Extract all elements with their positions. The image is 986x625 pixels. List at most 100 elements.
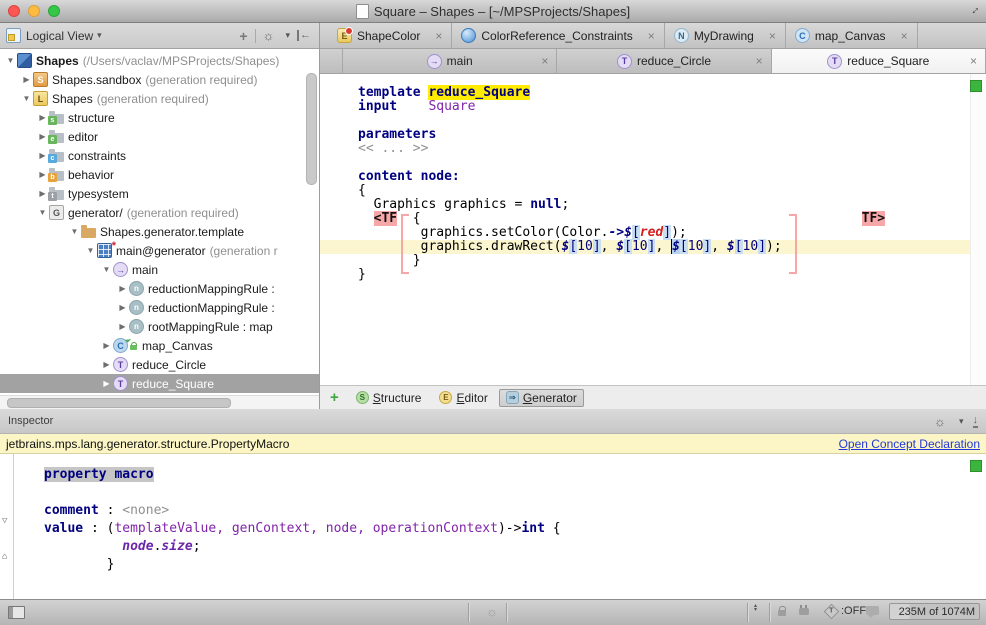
- tree-row[interactable]: ▼Ggenerator/(generation required): [0, 203, 319, 222]
- tree-expand-icon[interactable]: ▶: [100, 341, 113, 350]
- lock-icon[interactable]: [778, 606, 787, 616]
- close-window-icon[interactable]: [8, 5, 20, 17]
- editor-tab[interactable]: Treduce_Square×: [772, 49, 986, 73]
- fullscreen-icon[interactable]: ↕: [969, 3, 983, 17]
- tree-horizontal-scrollbar[interactable]: [0, 395, 319, 409]
- gear-icon[interactable]: ☼: [934, 415, 946, 428]
- tree-row[interactable]: ▶ttypesystem: [0, 184, 319, 203]
- close-icon[interactable]: ×: [901, 29, 908, 43]
- close-icon[interactable]: ×: [769, 29, 776, 43]
- editor-tab[interactable]: NMyDrawing×: [665, 23, 786, 48]
- toolwindow-toggle-icon[interactable]: [8, 606, 25, 619]
- chevron-down-icon[interactable]: ▾: [97, 30, 102, 41]
- gear-icon[interactable]: ☼: [263, 29, 275, 42]
- code-line[interactable]: [44, 484, 970, 502]
- code-line[interactable]: content node:: [358, 170, 970, 184]
- event-log-icon[interactable]: [866, 606, 879, 615]
- code-line[interactable]: }: [358, 268, 970, 282]
- tree-row[interactable]: ▼→main: [0, 260, 319, 279]
- power-save-icon[interactable]: [799, 605, 809, 618]
- code-line[interactable]: input Square: [358, 100, 970, 114]
- fold-end-icon[interactable]: ⌂: [2, 552, 7, 562]
- code-line[interactable]: value : (templateValue, genContext, node…: [44, 520, 970, 538]
- fold-marker-icon[interactable]: ▽: [2, 516, 7, 526]
- tree-row[interactable]: ▶cconstraints: [0, 146, 319, 165]
- tree-item-label: main@generator: [116, 244, 206, 258]
- tree-row[interactable]: ▼Shapes(/Users/vaclav/MPSProjects/Shapes…: [0, 51, 319, 70]
- tree-row[interactable]: ▶eeditor: [0, 127, 319, 146]
- code-line[interactable]: parameters: [358, 128, 970, 142]
- code-line[interactable]: [358, 114, 970, 128]
- tree-expand-icon[interactable]: ▼: [20, 94, 33, 103]
- chevron-down-icon[interactable]: ▾: [285, 30, 290, 41]
- code-line[interactable]: comment : <none>: [44, 502, 970, 520]
- tree-expand-icon[interactable]: ▶: [116, 322, 129, 331]
- typesystem-status[interactable]: T :OFF: [826, 605, 866, 617]
- tree-vertical-scrollbar[interactable]: [306, 73, 317, 185]
- tree-row[interactable]: ▼main@generator(generation r: [0, 241, 319, 260]
- aspect-tab-editor[interactable]: EEditor: [432, 389, 494, 407]
- tree-row[interactable]: ▶Treduce_Square: [0, 374, 319, 393]
- code-line[interactable]: property macro: [44, 466, 970, 484]
- code-line[interactable]: {: [358, 184, 970, 198]
- tree-row[interactable]: ▶SShapes.sandbox(generation required): [0, 70, 319, 89]
- tree-expand-icon[interactable]: ▶: [100, 379, 113, 388]
- add-aspect-button[interactable]: +: [324, 389, 345, 406]
- tree-expand-icon[interactable]: ▼: [36, 208, 49, 217]
- close-icon[interactable]: ×: [970, 54, 977, 68]
- aspect-tab-generator[interactable]: ⇒Generator: [499, 389, 584, 407]
- editor-tab[interactable]: ColorReference_Constraints×: [452, 23, 664, 48]
- code-line[interactable]: Graphics graphics = null;: [358, 198, 970, 212]
- minimize-window-icon[interactable]: [28, 5, 40, 17]
- close-icon[interactable]: ×: [541, 54, 548, 68]
- tree-expand-icon[interactable]: ▶: [100, 360, 113, 369]
- tree-row[interactable]: ▶nreductionMappingRule :: [0, 298, 319, 317]
- scroll-to-source-icon[interactable]: +: [239, 29, 247, 43]
- scrollbar-thumb[interactable]: [7, 398, 231, 408]
- editor-tab[interactable]: →main×: [342, 49, 557, 73]
- editor-tab[interactable]: EShapeColor×: [328, 23, 452, 48]
- code-line[interactable]: << ... >>: [358, 142, 970, 156]
- tree-row[interactable]: ▶Cmap_Canvas: [0, 336, 319, 355]
- tree-expand-icon[interactable]: ▼: [84, 246, 97, 255]
- code-line[interactable]: }: [358, 254, 970, 268]
- code-line[interactable]: }: [44, 556, 970, 574]
- tree-row[interactable]: ▶bbehavior: [0, 165, 319, 184]
- hide-inspector-icon[interactable]: ↓: [973, 415, 979, 428]
- view-mode-selector[interactable]: Logical View: [26, 29, 93, 43]
- editor-scrollbar[interactable]: [970, 74, 986, 385]
- tree-expand-icon[interactable]: ▶: [20, 75, 33, 84]
- tree-expand-icon[interactable]: ▼: [68, 227, 81, 236]
- resize-corner-icon[interactable]: ▴▾: [754, 604, 757, 612]
- tree-row[interactable]: ▶nreductionMappingRule :: [0, 279, 319, 298]
- code-line[interactable]: node.size;: [44, 538, 970, 556]
- close-icon[interactable]: ×: [648, 29, 655, 43]
- close-icon[interactable]: ×: [756, 54, 763, 68]
- tree-expand-icon[interactable]: ▶: [116, 284, 129, 293]
- tree-expand-icon[interactable]: ▶: [116, 303, 129, 312]
- memory-indicator[interactable]: 235M of 1074M: [889, 603, 980, 620]
- template-editor[interactable]: template reduce_Squareinput Square parame…: [320, 74, 986, 385]
- tree-expand-icon[interactable]: ▼: [4, 56, 17, 65]
- aspect-tab-structure[interactable]: SStructure: [349, 389, 429, 407]
- tree-row[interactable]: ▶Treduce_Circle: [0, 355, 319, 374]
- zoom-window-icon[interactable]: [48, 5, 60, 17]
- tree-row[interactable]: ▼LShapes(generation required): [0, 89, 319, 108]
- close-icon[interactable]: ×: [435, 29, 442, 43]
- tree-row[interactable]: ▶sstructure: [0, 108, 319, 127]
- editor-tab[interactable]: Cmap_Canvas×: [786, 23, 918, 48]
- inspector-editor[interactable]: ▽ ⌂ property macro comment : <none>value …: [0, 454, 986, 599]
- code-line[interactable]: graphics.setColor(Color.->$[red]);: [358, 226, 970, 240]
- code-line[interactable]: template reduce_Square: [358, 86, 970, 100]
- open-concept-declaration-link[interactable]: Open Concept Declaration: [839, 437, 980, 451]
- code-line[interactable]: <TF {TF>: [358, 212, 970, 226]
- code-line[interactable]: [358, 156, 970, 170]
- typesystem-state: :OFF: [841, 605, 866, 617]
- chevron-down-icon[interactable]: ▾: [959, 416, 964, 427]
- editor-tab[interactable]: Treduce_Circle×: [557, 49, 771, 73]
- code-line[interactable]: graphics.drawRect($[10], $[10], $[10], $…: [358, 240, 970, 254]
- tree-row[interactable]: ▶nrootMappingRule : map: [0, 317, 319, 336]
- tree-expand-icon[interactable]: ▼: [100, 265, 113, 274]
- tree-row[interactable]: ▼Shapes.generator.template: [0, 222, 319, 241]
- hide-panel-icon[interactable]: ←: [297, 30, 311, 41]
